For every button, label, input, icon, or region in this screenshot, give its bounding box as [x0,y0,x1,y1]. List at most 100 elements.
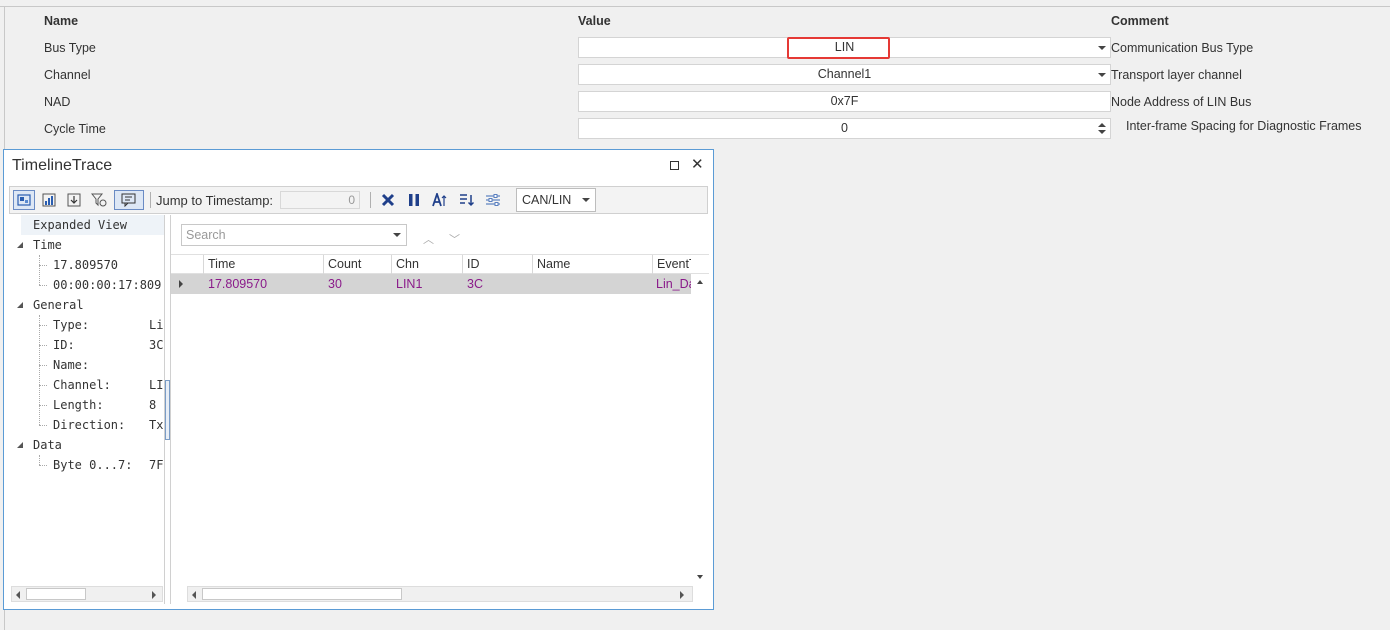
row-expand-icon[interactable] [179,280,183,288]
view-icon[interactable] [13,190,35,210]
bus-filter-select[interactable]: CAN/LIN [516,188,596,212]
tree-line [39,315,40,425]
tree-item-time-clock: 00:00:00:17:809 [53,278,162,292]
scrollbar-thumb[interactable] [202,588,402,600]
tree-line [39,325,47,326]
maximize-icon[interactable] [670,161,679,170]
tree-line [39,255,40,285]
column-header-event-type[interactable]: EventT [652,255,691,274]
cycle-time-value: 0 [841,121,848,135]
scroll-down-icon[interactable] [697,575,703,579]
tree-key-direction: Direction: [53,418,126,432]
header-name: Name [44,14,79,28]
tree-key-channel: Channel: [53,378,111,392]
timeline-trace-window: TimelineTrace ✕ Jump to Timestamp: 0 CAN… [3,149,714,610]
chart-icon[interactable] [38,190,60,210]
sort-icon[interactable] [456,190,478,210]
previous-match-icon[interactable]: ︿ [423,231,434,247]
clear-icon[interactable] [377,190,399,210]
timeline-toolbar: Jump to Timestamp: 0 CAN/LIN [9,186,708,214]
column-header-chn[interactable]: Chn [391,255,462,274]
tree-value-direction: Tx [149,418,164,432]
cell-id: 3C [467,277,483,291]
close-icon[interactable]: ✕ [691,155,704,173]
grid-horizontal-scrollbar[interactable] [187,586,693,602]
property-name: Channel [44,68,91,82]
chevron-down-icon [393,233,401,237]
channel-dropdown[interactable]: Channel1 [578,64,1111,85]
property-comment: Node Address of LIN Bus [1111,95,1252,109]
tree-item-expanded-view[interactable]: Expanded View [33,215,127,235]
tree-line [39,405,47,406]
column-header-name[interactable]: Name [532,255,652,274]
tree-key-id: ID: [53,338,75,352]
cell-chn: LIN1 [396,277,423,291]
tree-value-length: 8 [149,398,157,412]
tree-group-general[interactable]: General [33,295,84,315]
next-match-icon[interactable]: ﹀ [449,231,460,247]
cell-time: 17.809570 [208,277,268,291]
top-divider [0,6,1390,7]
chevron-down-icon [1098,73,1106,77]
column-header-count[interactable]: Count [323,255,391,274]
scroll-left-icon[interactable] [192,591,196,599]
tree-line [39,425,47,426]
cell-count: 30 [328,277,342,291]
property-row-nad: NAD 0x7F Node Address of LIN Bus [0,89,1390,116]
tree-value-id: 3C [149,338,164,352]
tree-group-data[interactable]: Data [33,435,62,455]
tree-line [39,345,47,346]
spin-up-icon[interactable] [1098,123,1106,127]
toolbar-separator [150,192,151,208]
search-input[interactable]: Search [181,224,407,246]
property-row-cycle-time: Cycle Time 0 Inter-frame Spacing for Dia… [0,116,1390,143]
tree-line [39,455,40,465]
tree-line [39,385,47,386]
settings-icon[interactable] [482,190,504,210]
trace-grid-panel: Search ︿ ﹀ Time Count Chn ID Name EventT… [170,215,709,604]
cell-event-type: Lin_Da [656,277,691,291]
export-icon[interactable] [63,190,85,210]
property-comment: Transport layer channel [1111,68,1242,82]
window-title: TimelineTrace [12,157,113,174]
column-header-time[interactable]: Time [203,255,323,274]
expand-icon[interactable] [17,302,23,308]
bus-filter-value: CAN/LIN [522,193,572,207]
tree-line [39,265,47,266]
scrollbar-thumb[interactable] [26,588,86,600]
scroll-left-icon[interactable] [16,591,20,599]
comment-icon[interactable] [114,190,144,210]
nad-value: 0x7F [830,94,859,108]
tree-key-bytes: Byte 0...7: [53,458,133,472]
search-placeholder: Search [186,228,226,242]
property-row-channel: Channel Channel1 Transport layer channel [0,62,1390,89]
tree-key-length: Length: [53,398,104,412]
expand-icon[interactable] [17,242,23,248]
jump-timestamp-input[interactable]: 0 [280,191,360,209]
tree-line [39,365,47,366]
column-header-id[interactable]: ID [462,255,532,274]
tree-key-type: Type: [53,318,90,332]
cell-name [533,274,652,294]
tree-key-name: Name: [53,358,90,372]
tree-group-time[interactable]: Time [33,235,62,255]
scroll-right-icon[interactable] [152,591,156,599]
spin-down-icon[interactable] [1098,130,1106,134]
header-comment: Comment [1111,14,1169,28]
pause-icon[interactable] [403,190,425,210]
expand-icon[interactable] [17,442,23,448]
filter-icon[interactable] [88,190,110,210]
scroll-up-icon[interactable] [697,280,703,284]
tree-horizontal-scrollbar[interactable] [11,586,163,602]
tree-value-type: Li [149,318,164,332]
scroll-right-icon[interactable] [680,591,684,599]
tree-line [39,285,47,286]
property-name: NAD [44,95,71,109]
font-icon[interactable] [429,190,451,210]
bus-type-highlight [787,37,890,59]
nad-field[interactable]: 0x7F [578,91,1111,112]
chevron-down-icon [1098,46,1106,50]
channel-value: Channel1 [817,67,872,81]
cycle-time-stepper[interactable]: 0 [578,118,1111,139]
table-row[interactable]: 17.809570 30 LIN1 3C Lin_Da [171,274,691,294]
